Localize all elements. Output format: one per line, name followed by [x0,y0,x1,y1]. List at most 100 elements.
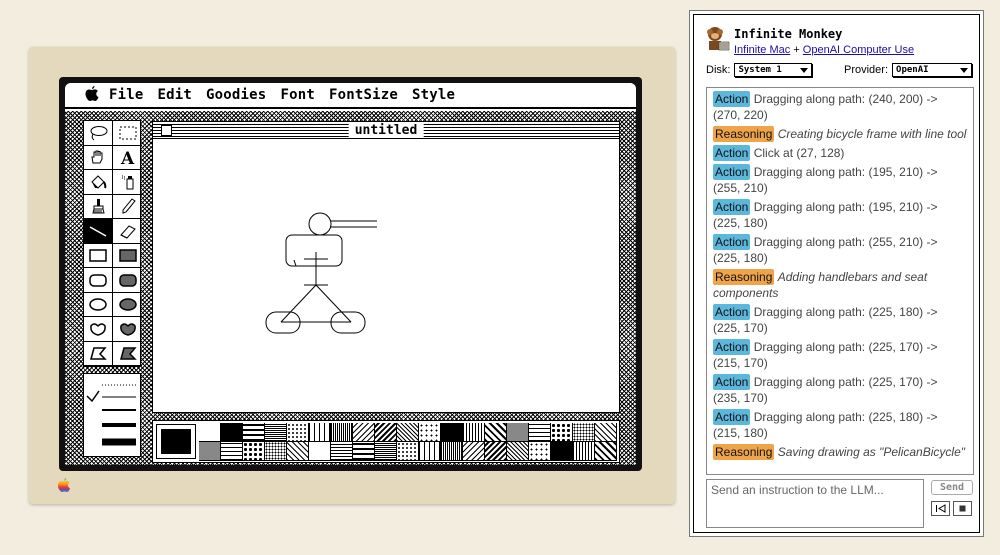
log-entry: Action Dragging along path: (195, 210) -… [713,164,967,196]
pattern-swatch[interactable] [243,423,265,442]
selection-rect-tool-icon[interactable] [113,121,142,146]
pattern-swatch[interactable] [529,442,551,461]
pattern-swatch[interactable] [529,423,551,442]
stop-button[interactable] [953,501,972,516]
freeform-tool-icon[interactable] [84,317,113,342]
rectangle-tool-icon[interactable] [84,243,113,268]
pattern-swatch[interactable] [419,442,441,461]
line-width-palette[interactable] [83,373,141,457]
menu-font[interactable]: Font [280,87,315,103]
pattern-swatch[interactable] [287,442,309,461]
infinite-mac-link[interactable]: Infinite Mac [734,44,790,56]
window-title: untitled [348,123,424,138]
pattern-swatch[interactable] [463,442,485,461]
pattern-swatch[interactable] [331,442,353,461]
openai-computer-use-link[interactable]: OpenAI Computer Use [803,44,914,56]
log-entry: Action Dragging along path: (225, 170) -… [713,374,967,406]
paint-bucket-tool-icon[interactable] [84,170,113,195]
action-badge: Action [713,91,751,107]
pattern-swatch[interactable] [441,442,463,461]
pattern-swatch[interactable] [463,423,485,442]
pattern-swatch[interactable] [265,423,287,442]
pattern-swatch[interactable] [441,423,463,442]
chevron-down-icon [800,67,809,73]
line-tool-icon[interactable] [84,219,113,244]
pattern-swatch[interactable] [551,423,573,442]
log-entry: Action Click at (27, 128) [713,145,967,161]
lasso-tool-icon[interactable] [84,121,113,146]
panel-subtitle: Infinite Mac + OpenAI Computer Use [734,44,914,56]
oval-tool-icon[interactable] [84,292,113,317]
menu-fontsize[interactable]: FontSize [329,87,398,103]
pattern-swatch[interactable] [199,442,221,461]
pattern-swatch[interactable] [595,442,617,461]
pattern-swatch[interactable] [309,442,331,461]
pattern-swatch[interactable] [375,423,397,442]
pattern-swatch[interactable] [573,423,595,442]
filled-freeform-tool-icon[interactable] [113,317,142,342]
rounded-rect-tool-icon[interactable] [84,268,113,293]
log-entry: Reasoning Adding handlebars and seat com… [713,269,967,301]
document-window: untitled [152,121,620,413]
pattern-swatch[interactable] [485,423,507,442]
pattern-swatch[interactable] [375,442,397,461]
log-entry-text: Saving drawing as "PelicanBicycle" [777,445,965,459]
apple-menu-icon[interactable] [85,85,109,105]
pattern-swatch[interactable] [397,423,419,442]
filled-polygon-tool-icon[interactable] [113,342,142,366]
step-back-button[interactable] [931,501,950,516]
send-button[interactable]: Send [931,480,973,495]
pattern-swatch[interactable] [243,442,265,461]
disk-select[interactable]: System 1 [734,63,813,77]
pattern-swatch[interactable] [419,423,441,442]
filled-rectangle-tool-icon[interactable] [113,244,142,268]
activity-log[interactable]: Action Dragging along path: (240, 200) -… [706,87,974,475]
pattern-swatch[interactable] [507,423,529,442]
filled-rounded-rect-tool-icon[interactable] [113,268,142,293]
spray-can-tool-icon[interactable] [113,170,142,195]
pattern-swatch[interactable] [287,423,309,442]
log-entry: Reasoning Saving drawing as "PelicanBicy… [713,444,967,460]
provider-row: Provider: OpenAI [844,63,973,77]
infinite-monkey-panel: Infinite Monkey Infinite Mac + OpenAI Co… [689,10,984,537]
pencil-tool-icon[interactable] [113,195,142,219]
window-titlebar[interactable]: untitled [153,122,619,139]
action-badge: Action [713,199,751,215]
menu-edit[interactable]: Edit [158,87,193,103]
eraser-tool-icon[interactable] [113,219,142,244]
instruction-input[interactable]: Send an instruction to the LLM... [706,479,924,528]
menu-file[interactable]: File [109,87,144,103]
text-tool-icon[interactable]: A [113,146,142,170]
monkey-icon [707,27,730,51]
step-back-icon [936,504,946,513]
pattern-swatch[interactable] [221,423,243,442]
pattern-swatch[interactable] [353,442,375,461]
menu-style[interactable]: Style [412,87,455,103]
menu-goodies[interactable]: Goodies [206,87,266,103]
rainbow-apple-logo-icon [57,478,71,492]
drawing-canvas[interactable] [153,140,619,412]
pattern-grid[interactable] [199,423,617,461]
pattern-swatch[interactable] [485,442,507,461]
plus-separator: + [790,44,803,56]
pattern-swatch[interactable] [595,423,617,442]
hand-tool-icon[interactable] [84,145,113,170]
close-box-icon[interactable] [161,125,172,136]
pattern-swatch[interactable] [507,442,529,461]
polygon-tool-icon[interactable] [84,341,113,366]
pattern-swatch[interactable] [331,423,353,442]
provider-select[interactable]: OpenAI [892,63,973,77]
pattern-swatch[interactable] [397,442,419,461]
pattern-swatch[interactable] [199,423,221,442]
filled-oval-tool-icon[interactable] [113,293,142,317]
pattern-swatch[interactable] [309,423,331,442]
log-entry: Reasoning Creating bicycle frame with li… [713,126,967,142]
pattern-swatch[interactable] [573,442,595,461]
log-entry: Action Dragging along path: (225, 170) -… [713,339,967,371]
pattern-swatch[interactable] [353,423,375,442]
log-entry: Action Dragging along path: (225, 180) -… [713,304,967,336]
paintbrush-tool-icon[interactable] [84,194,113,219]
pattern-swatch[interactable] [265,442,287,461]
pattern-swatch[interactable] [551,442,573,461]
pattern-swatch[interactable] [221,442,243,461]
